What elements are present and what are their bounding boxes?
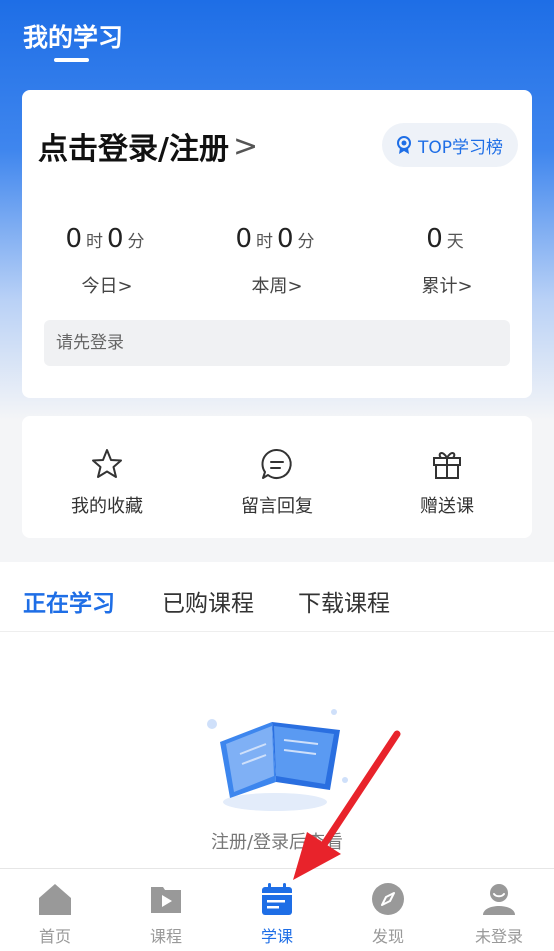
tab-purchased[interactable]: 已购课程 — [162, 584, 254, 618]
replies-button[interactable]: 留言回复 — [192, 446, 362, 518]
login-card: 点击登录/注册 > TOP学习榜 0时0分 今日> 0时0分 本周> 0天 累计… — [22, 90, 532, 398]
comment-icon — [261, 448, 292, 479]
favorites-label: 我的收藏 — [71, 496, 143, 517]
title-underline — [54, 58, 89, 62]
nav-courses[interactable]: 课程 — [111, 881, 221, 947]
gift-icon — [433, 452, 461, 479]
chevron-right-icon: > — [232, 128, 259, 164]
stat-week-label: 本周> — [251, 276, 303, 297]
login-notice[interactable]: 请先登录 — [44, 320, 510, 366]
tab-learning[interactable]: 正在学习 — [23, 584, 115, 618]
stat-total-label: 累计> — [421, 276, 473, 297]
nav-profile-label: 未登录 — [474, 927, 523, 946]
play-icon — [151, 887, 181, 913]
stat-today-label: 今日> — [81, 276, 133, 297]
user-icon — [483, 884, 515, 915]
top-ranking-button[interactable]: TOP学习榜 — [381, 123, 518, 167]
nav-study[interactable]: 学课 — [222, 881, 332, 947]
stat-total[interactable]: 0天 累计> — [362, 224, 532, 298]
nav-discover[interactable]: 发现 — [333, 881, 443, 947]
nav-profile[interactable]: 未登录 — [444, 881, 554, 947]
stat-today[interactable]: 0时0分 今日> — [22, 224, 192, 298]
tab-downloaded[interactable]: 下载课程 — [298, 584, 390, 618]
nav-home-label: 首页 — [38, 927, 71, 946]
medal-icon — [396, 136, 411, 154]
page-title: 我的学习 — [23, 23, 124, 52]
top-ranking-label: TOP学习榜 — [417, 137, 503, 158]
login-register-link[interactable]: 点击登录/注册 > — [38, 124, 258, 168]
home-icon — [39, 884, 71, 915]
stat-week-value: 0时0分 — [235, 224, 315, 254]
course-tabs: 正在学习 已购课程 下载课程 — [0, 562, 554, 632]
stat-total-value: 0天 — [426, 224, 464, 254]
actions-card: 我的收藏 留言回复 赠送课 — [22, 416, 532, 538]
study-stats: 0时0分 今日> 0时0分 本周> 0天 累计> — [22, 224, 532, 304]
annotation-arrow — [293, 730, 401, 880]
nav-courses-label: 课程 — [149, 927, 182, 946]
nav-discover-label: 发现 — [371, 927, 404, 946]
star-icon — [92, 449, 122, 478]
stat-week[interactable]: 0时0分 本周> — [192, 224, 362, 298]
nav-study-label: 学课 — [260, 927, 293, 946]
stat-today-value: 0时0分 — [65, 224, 145, 254]
gift-course-button[interactable]: 赠送课 — [362, 446, 532, 518]
empty-state-text: 注册/登录后查看 — [210, 832, 344, 853]
bottom-navigation: 首页 课程 学课 发现 未登录 — [0, 868, 554, 951]
nav-home[interactable]: 首页 — [0, 881, 110, 947]
replies-label: 留言回复 — [241, 496, 313, 517]
gift-course-label: 赠送课 — [420, 496, 474, 517]
favorites-button[interactable]: 我的收藏 — [22, 446, 192, 518]
login-register-label: 点击登录/注册 — [38, 132, 229, 167]
